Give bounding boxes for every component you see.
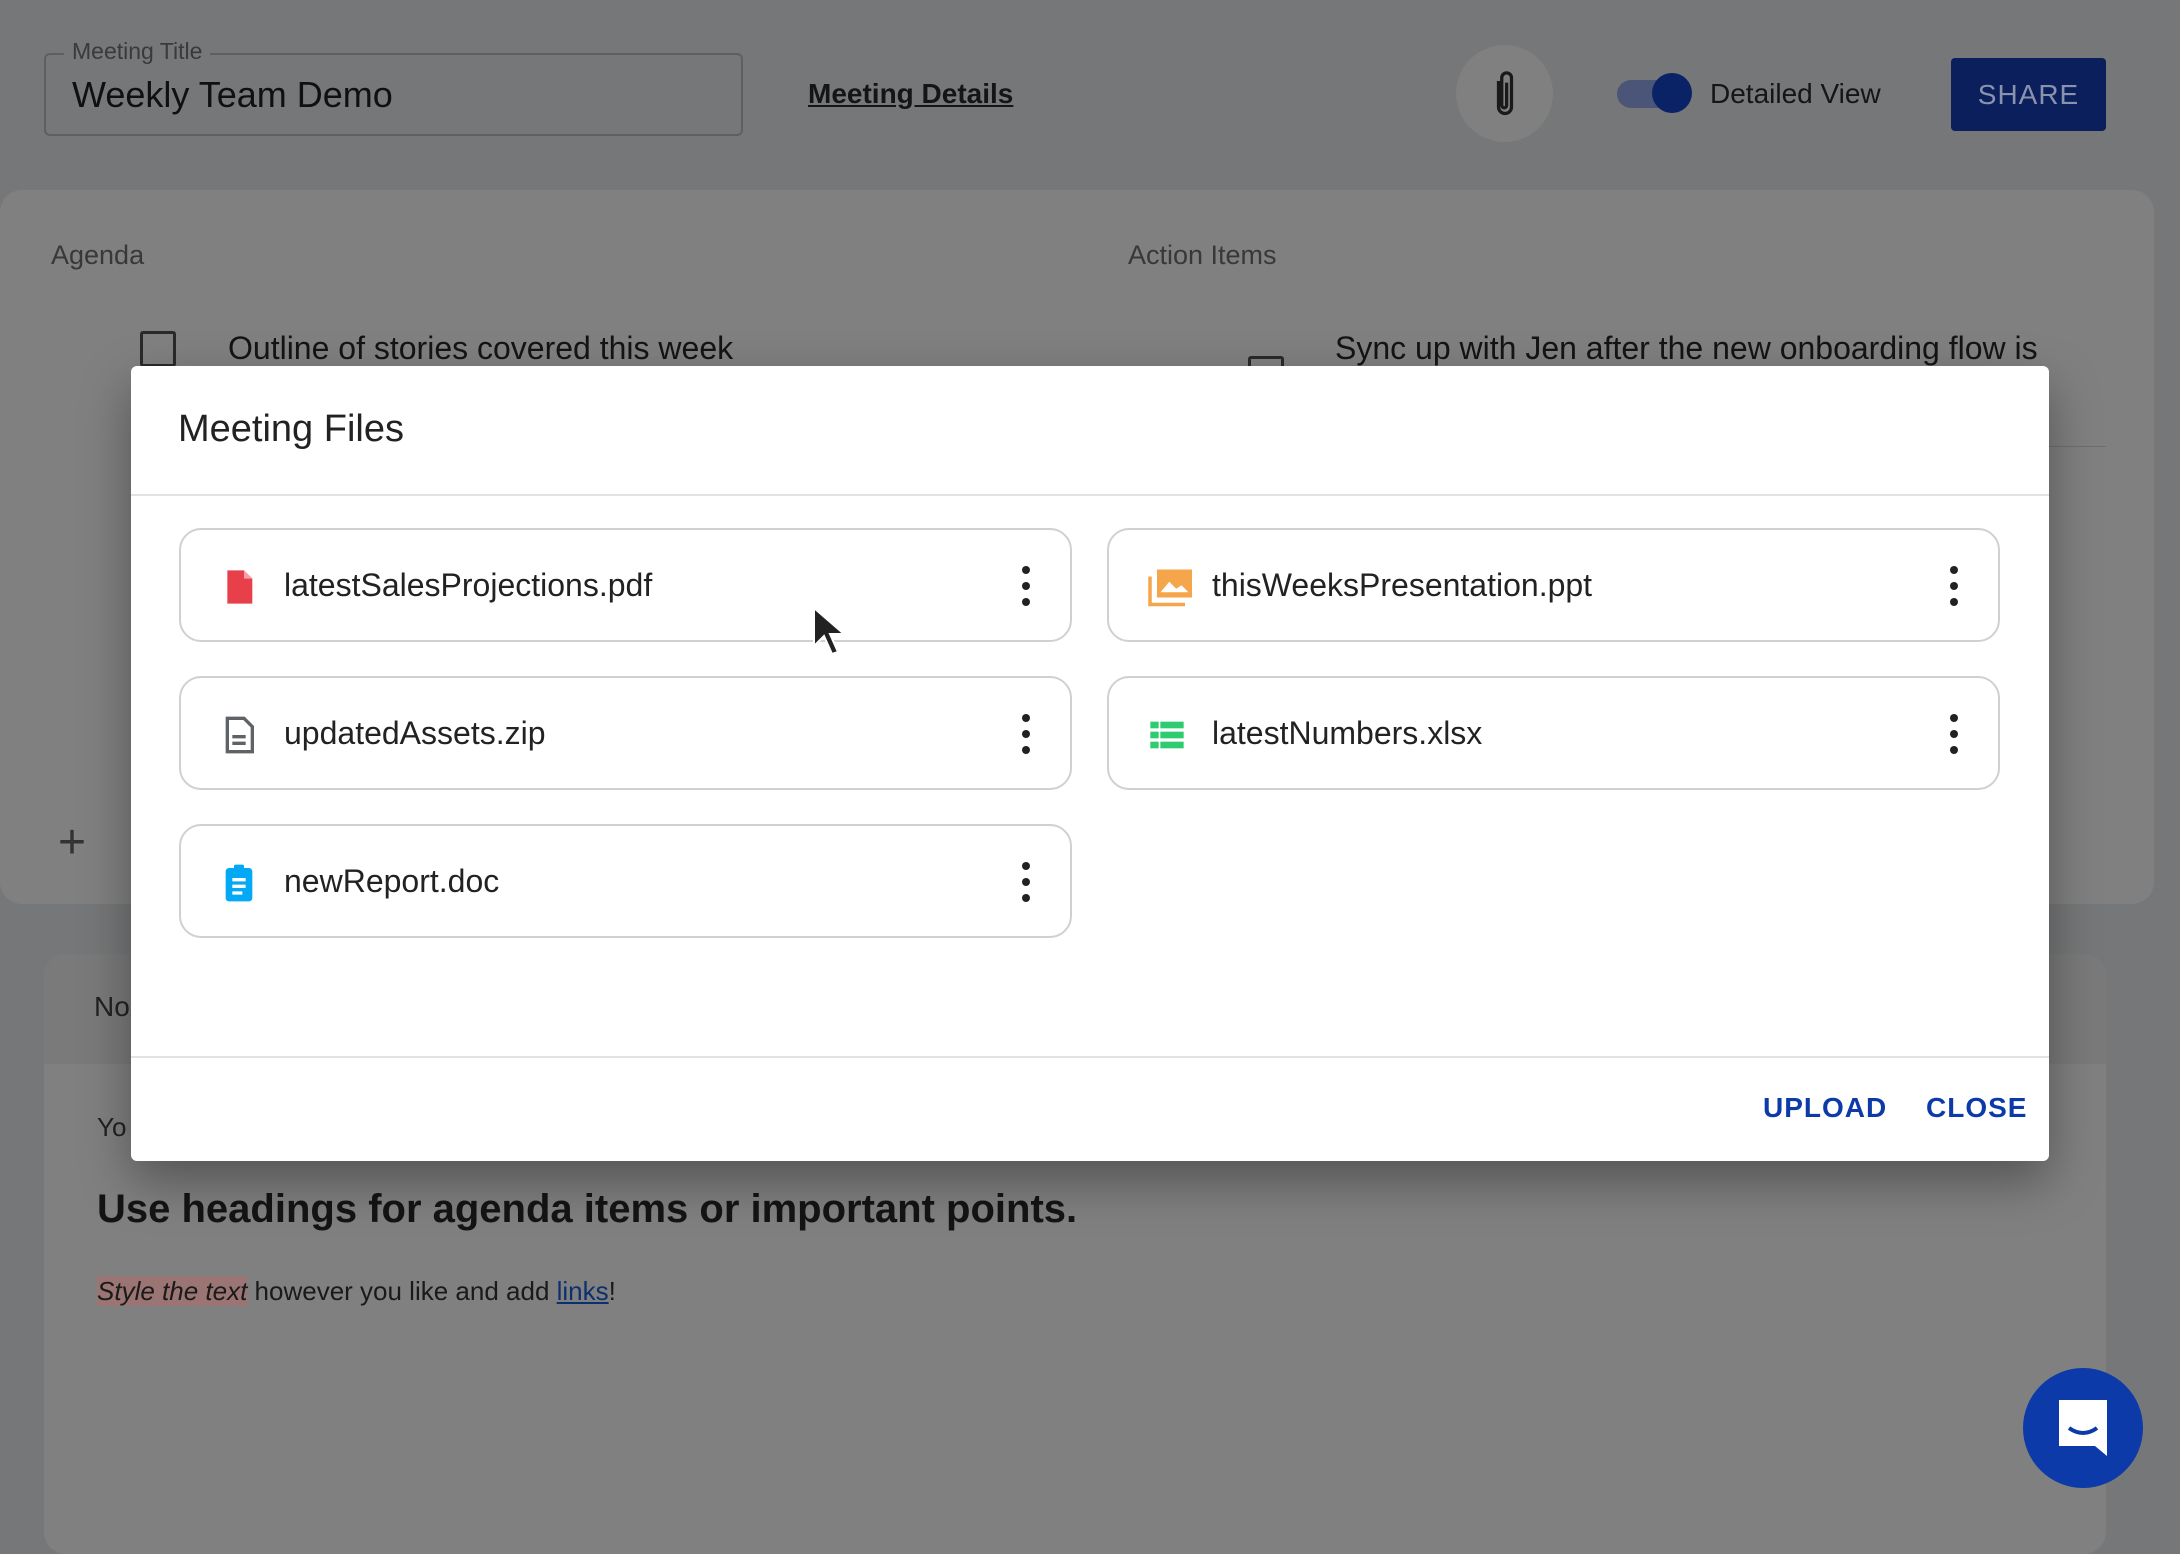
image-folder-icon <box>1148 569 1192 607</box>
file-item[interactable]: newReport.doc <box>179 824 1072 938</box>
agenda-item-checkbox[interactable] <box>140 331 176 367</box>
dialog-title: Meeting Files <box>178 408 404 450</box>
share-button[interactable]: SHARE <box>1951 58 2106 131</box>
more-options-icon[interactable] <box>1020 714 1032 754</box>
file-item[interactable]: latestNumbers.xlsx <box>1107 676 2000 790</box>
end-text: ! <box>608 1276 616 1306</box>
paperclip-icon <box>1496 70 1513 115</box>
chat-icon <box>2059 1400 2107 1456</box>
detailed-view-label: Detailed View <box>1710 78 1881 109</box>
footer-divider <box>131 1056 2049 1058</box>
notes-label: No <box>94 991 130 1022</box>
meeting-details-link[interactable]: Meeting Details <box>808 78 1013 110</box>
file-name: thisWeeksPresentation.ppt <box>1212 567 1593 603</box>
more-options-icon[interactable] <box>1020 566 1032 606</box>
meeting-files-dialog: Meeting Files latestSalesProjections.pdf… <box>131 366 2049 1161</box>
clipboard-icon <box>225 864 253 902</box>
file-item[interactable]: updatedAssets.zip <box>179 676 1072 790</box>
notes-intro-text: Yo <box>97 1112 127 1142</box>
mouse-cursor-icon <box>813 606 847 656</box>
meeting-title-label: Meeting Title <box>64 38 211 65</box>
file-name: latestNumbers.xlsx <box>1212 715 1483 751</box>
document-icon <box>225 716 254 754</box>
agenda-label: Agenda <box>51 240 145 270</box>
action-items-label: Action Items <box>1128 240 1277 270</box>
toggle-thumb[interactable] <box>1652 73 1692 113</box>
styled-text: Style the text <box>97 1276 248 1306</box>
file-item[interactable]: latestSalesProjections.pdf <box>179 528 1072 642</box>
more-options-icon[interactable] <box>1948 714 1960 754</box>
file-name: updatedAssets.zip <box>284 715 546 751</box>
plain-text: however you like and add <box>247 1276 557 1306</box>
more-options-icon[interactable] <box>1020 862 1032 902</box>
add-agenda-item-icon[interactable]: + <box>58 815 86 870</box>
more-options-icon[interactable] <box>1948 566 1960 606</box>
notes-heading[interactable]: Use headings for agenda items or importa… <box>97 1187 1077 1232</box>
upload-button[interactable]: UPLOAD <box>1763 1092 1887 1124</box>
file-name: newReport.doc <box>284 863 500 899</box>
meeting-title-value[interactable]: Weekly Team Demo <box>72 74 393 116</box>
attach-button[interactable] <box>1456 45 1553 142</box>
agenda-item-text[interactable]: Outline of stories covered this week <box>228 330 733 367</box>
close-button[interactable]: CLOSE <box>1926 1092 2027 1124</box>
header-divider <box>131 494 2049 496</box>
chat-button[interactable] <box>2023 1368 2143 1488</box>
file-name: latestSalesProjections.pdf <box>284 567 653 603</box>
notes-link[interactable]: links <box>557 1276 609 1306</box>
action-item-text[interactable]: Sync up with Jen after the new onboardin… <box>1335 330 2038 367</box>
pdf-icon <box>227 570 253 604</box>
notes-paragraph[interactable]: Style the text however you like and add … <box>97 1276 616 1307</box>
file-item[interactable]: thisWeeksPresentation.ppt <box>1107 528 2000 642</box>
table-icon <box>1150 721 1184 749</box>
